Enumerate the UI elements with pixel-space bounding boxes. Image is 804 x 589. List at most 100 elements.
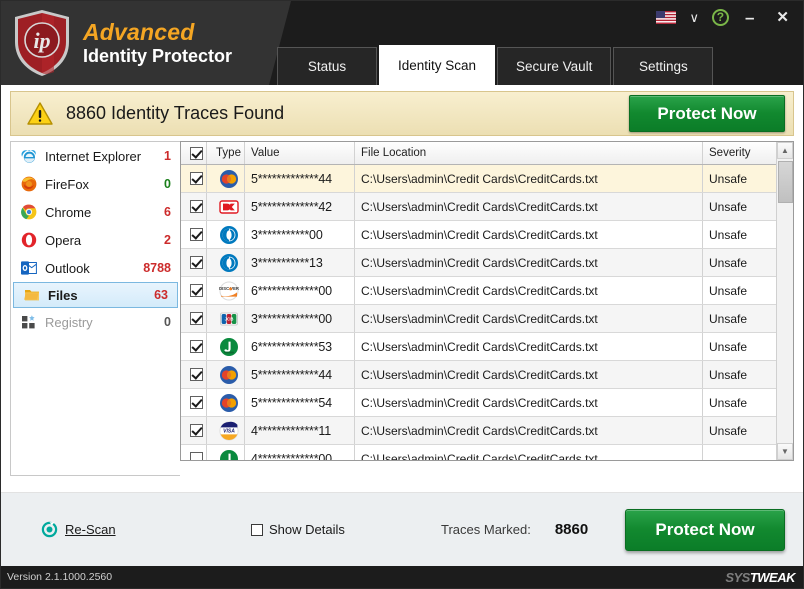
row-checkbox[interactable] — [190, 256, 203, 269]
row-checkbox-cell[interactable] — [181, 277, 207, 304]
scrollbar-thumb[interactable] — [778, 161, 793, 203]
app-logo-shield-icon: ip — [15, 10, 69, 76]
systweak-logo-part2: TWEAK — [749, 569, 796, 585]
sidebar-item-label: Files — [48, 287, 78, 303]
chevron-down-icon[interactable]: ∨ — [686, 9, 702, 26]
row-value-cell: 3***********00 — [245, 221, 355, 248]
table-row[interactable]: 3***********13 C:\Users\admin\Credit Card… — [181, 249, 793, 277]
brand-text: Advanced Identity Protector — [83, 18, 233, 67]
registry-icon — [22, 315, 35, 329]
alert-banner: 8860 Identity Traces Found Protect Now — [10, 91, 794, 136]
maestro-card-icon — [219, 169, 238, 188]
row-checkbox[interactable] — [190, 200, 203, 213]
sidebar-item-files[interactable]: Files 63 — [13, 282, 178, 308]
select-all-header-cell[interactable] — [181, 142, 207, 164]
table-row[interactable]: 5*************44 C:\Users\admin\Credit Ca… — [181, 361, 793, 389]
dankort-card-icon — [218, 199, 239, 214]
row-value-cell: 5*************44 — [245, 361, 355, 388]
minimize-button[interactable]: – — [739, 8, 760, 27]
status-bar: Version 2.1.1000.2560 SYSTWEAK — [1, 566, 803, 588]
row-checkbox-cell[interactable] — [181, 249, 207, 276]
row-checkbox-cell[interactable] — [181, 305, 207, 332]
row-card-type-cell — [207, 165, 245, 192]
sidebar-item-registry[interactable]: Registry 0 — [11, 308, 180, 336]
column-header-type[interactable]: Type — [207, 142, 245, 164]
alert-banner-area: 8860 Identity Traces Found Protect Now — [1, 85, 803, 141]
close-button[interactable]: ✕ — [770, 8, 795, 27]
row-checkbox[interactable] — [190, 452, 203, 460]
sidebar-item-chrome[interactable]: Chrome 6 — [11, 198, 180, 226]
sidebar-item-opera[interactable]: Opera 2 — [11, 226, 180, 254]
chrome-icon — [21, 204, 37, 220]
table-row[interactable]: 5*************44 C:\Users\admin\Credit Ca… — [181, 165, 793, 193]
table-body: 5*************44 C:\Users\admin\Credit Ca… — [181, 165, 793, 460]
row-checkbox-cell[interactable] — [181, 389, 207, 416]
table-row[interactable]: 3***********00 C:\Users\admin\Credit Card… — [181, 221, 793, 249]
row-value-cell: 6*************00 — [245, 277, 355, 304]
show-details-checkbox[interactable] — [251, 523, 263, 536]
row-card-type-cell — [207, 445, 245, 460]
sidebar-item-count: 8788 — [143, 261, 171, 275]
table-scrollbar[interactable]: ▲ ▼ — [776, 142, 793, 460]
row-checkbox[interactable] — [190, 284, 203, 297]
row-checkbox-cell[interactable] — [181, 221, 207, 248]
row-card-type-cell: VISA — [207, 417, 245, 444]
show-details-label: Show Details — [269, 522, 345, 537]
sidebar-item-internet-explorer[interactable]: Internet Explorer 1 — [11, 142, 180, 170]
row-value-cell: 6*************53 — [245, 333, 355, 360]
rescan-link[interactable]: Re-Scan — [41, 521, 251, 538]
row-checkbox-cell[interactable] — [181, 417, 207, 444]
row-checkbox-cell[interactable] — [181, 193, 207, 220]
row-checkbox-cell[interactable] — [181, 333, 207, 360]
scroll-down-button[interactable]: ▼ — [777, 443, 793, 460]
row-checkbox-cell[interactable] — [181, 445, 207, 460]
sidebar-item-label: Outlook — [45, 260, 90, 276]
brand-line-2: Identity Protector — [83, 45, 233, 66]
row-checkbox[interactable] — [190, 396, 203, 409]
table-row[interactable]: DISC VER 6*************00 C:\Users\admin\C… — [181, 277, 793, 305]
tab-settings[interactable]: Settings — [613, 47, 714, 85]
row-checkbox[interactable] — [190, 228, 203, 241]
sidebar-item-label: Internet Explorer — [45, 148, 142, 164]
protect-now-banner-button[interactable]: Protect Now — [629, 95, 785, 132]
sidebar-item-label: Registry — [45, 314, 93, 330]
row-checkbox-cell[interactable] — [181, 165, 207, 192]
column-header-file-location[interactable]: File Location — [355, 142, 703, 164]
brand-line-1: Advanced — [83, 18, 195, 45]
sidebar-item-count: 1 — [164, 149, 171, 163]
row-checkbox[interactable] — [190, 424, 203, 437]
table-row[interactable]: 5*************42 C:\Users\admin\Credit Ca… — [181, 193, 793, 221]
row-checkbox[interactable] — [190, 340, 203, 353]
version-label: Version 2.1.1000.2560 — [7, 571, 113, 583]
row-card-type-cell: DISC VER — [207, 277, 245, 304]
row-checkbox[interactable] — [190, 368, 203, 381]
row-checkbox[interactable] — [190, 172, 203, 185]
help-icon[interactable]: ? — [711, 8, 729, 26]
us-flag-icon[interactable] — [656, 10, 677, 24]
jcb-card-icon: JCB — [219, 312, 238, 325]
row-checkbox-cell[interactable] — [181, 361, 207, 388]
column-header-value[interactable]: Value — [245, 142, 355, 164]
sidebar-item-count: 0 — [164, 177, 171, 191]
tab-secure-vault[interactable]: Secure Vault — [497, 47, 612, 85]
table-row[interactable]: 4*************00 C:\Users\admin\Credit Ca… — [181, 445, 793, 460]
row-card-type-cell — [207, 249, 245, 276]
table-row[interactable]: 5*************54 C:\Users\admin\Credit Ca… — [181, 389, 793, 417]
table-row[interactable]: JCB 3*************00 C:\Users\admin\Credit… — [181, 305, 793, 333]
tab-status[interactable]: Status — [277, 47, 377, 85]
select-all-checkbox[interactable] — [190, 146, 203, 160]
firefox-icon — [21, 176, 37, 192]
main-content: Internet Explorer 1 FireFox 0 Chrome 6 O… — [1, 141, 803, 492]
protect-now-footer-button[interactable]: Protect Now — [625, 508, 785, 551]
tab-identity-scan[interactable]: Identity Scan — [379, 45, 496, 85]
identity-traces-table: Type Value File Location Severity 5*****… — [180, 141, 794, 461]
table-row[interactable]: VISA 4*************11 C:\Users\admin\Credi… — [181, 417, 793, 445]
scroll-up-button[interactable]: ▲ — [777, 142, 793, 159]
row-checkbox[interactable] — [190, 312, 203, 325]
show-details-toggle[interactable]: Show Details — [251, 522, 441, 537]
table-row[interactable]: 6*************53 C:\Users\admin\Credit Ca… — [181, 333, 793, 361]
sidebar-item-outlook[interactable]: Outlook 8788 — [11, 254, 180, 282]
row-value-cell: 4*************00 — [245, 445, 355, 460]
sidebar-item-firefox[interactable]: FireFox 0 — [11, 170, 180, 198]
outlook-icon — [21, 261, 37, 275]
